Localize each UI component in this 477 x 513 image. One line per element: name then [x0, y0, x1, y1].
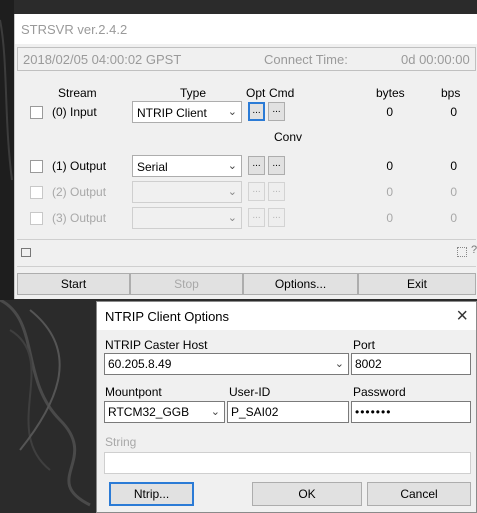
user-id-input[interactable]: P_SAI02 — [227, 401, 349, 423]
stream-3-type-select[interactable]: ⌄ — [132, 207, 242, 229]
stream-3-conv-button[interactable]: ... — [268, 208, 285, 227]
header-bps: bps — [441, 86, 461, 100]
cancel-button[interactable]: Cancel — [367, 482, 471, 506]
stream-2-checkbox[interactable] — [30, 186, 43, 199]
window-title: STRSVR ver.2.4.2 — [15, 14, 477, 44]
connect-time-label: Connect Time: — [264, 52, 348, 67]
chevron-down-icon: ⌄ — [227, 186, 237, 198]
port-input[interactable]: 8002 — [351, 353, 471, 375]
help-icon[interactable]: ? — [471, 244, 477, 256]
stream-0-bps: 0 — [450, 105, 457, 119]
password-label: Password — [353, 385, 406, 399]
stream-3-checkbox[interactable] — [30, 212, 43, 225]
ntrip-browse-button[interactable]: Ntrip... — [109, 482, 194, 506]
header-conv: Conv — [274, 130, 303, 144]
caster-host-combobox[interactable]: 60.205.8.49 ⌄ — [104, 353, 349, 375]
stream-1-label: (1) Output — [52, 159, 107, 173]
chevron-down-icon: ⌄ — [227, 106, 237, 118]
stream-0-type-select[interactable]: NTRIP Client ⌄ — [132, 101, 242, 123]
chevron-down-icon: ⌄ — [210, 406, 220, 418]
dialog-title: NTRIP Client Options — [105, 309, 230, 324]
stream-0-checkbox[interactable] — [30, 106, 43, 119]
stream-row-3: (3) Output ⌄ ... ... 0 0 — [15, 206, 477, 230]
exit-button[interactable]: Exit — [358, 273, 476, 295]
chevron-down-icon: ⌄ — [227, 160, 237, 172]
stream-0-bytes: 0 — [386, 105, 393, 119]
stream-1-opt-button[interactable]: ... — [248, 156, 265, 175]
stream-1-conv-button[interactable]: ... — [268, 156, 285, 175]
header-opt: Opt — [246, 86, 266, 100]
monitor-indicator-icon[interactable] — [21, 248, 31, 257]
divider — [17, 266, 476, 267]
stream-1-type-value: Serial — [137, 160, 168, 174]
header-bytes: bytes — [376, 86, 405, 100]
string-label: String — [105, 435, 137, 449]
mountpoint-combobox[interactable]: RTCM32_GGB ⌄ — [104, 401, 225, 423]
stream-3-label: (3) Output — [52, 211, 107, 225]
stream-0-cmd-button[interactable]: ... — [268, 102, 285, 121]
stream-0-opt-button[interactable]: ... — [248, 102, 265, 121]
stream-0-type-value: NTRIP Client — [137, 106, 207, 120]
chevron-down-icon: ⌄ — [227, 212, 237, 224]
stream-1-bps: 0 — [450, 159, 457, 173]
close-icon[interactable]: × — [456, 305, 468, 328]
connect-time-value: 0d 00:00:00 — [401, 52, 470, 67]
options-button[interactable]: Options... — [243, 273, 358, 295]
dialog-titlebar: NTRIP Client Options × — [97, 302, 476, 330]
stream-2-opt-button[interactable]: ... — [248, 182, 265, 201]
status-line: 2018/02/05 04:00:02 GPST Connect Time: 0… — [17, 47, 476, 71]
start-button[interactable]: Start — [17, 273, 130, 295]
stream-3-opt-button[interactable]: ... — [248, 208, 265, 227]
stream-0-label: (0) Input — [52, 105, 97, 119]
port-label: Port — [353, 338, 376, 352]
caster-host-value: 60.205.8.49 — [108, 357, 172, 371]
stop-button[interactable]: Stop — [130, 273, 243, 295]
divider — [17, 239, 476, 240]
stream-1-bytes: 0 — [386, 159, 393, 173]
ntrip-options-dialog: NTRIP Client Options × NTRIP Caster Host… — [96, 301, 477, 513]
port-value: 8002 — [355, 357, 382, 371]
password-value: ••••••• — [355, 405, 392, 419]
stream-row-0: (0) Input NTRIP Client ⌄ ... ... 0 0 — [15, 100, 477, 124]
header-stream: Stream — [58, 86, 97, 100]
mountpoint-label: Mountpont — [105, 385, 162, 399]
stream-3-bytes: 0 — [386, 211, 393, 225]
string-input[interactable] — [104, 452, 471, 474]
user-id-value: P_SAI02 — [231, 405, 279, 419]
chevron-down-icon: ⌄ — [334, 358, 344, 370]
stream-2-label: (2) Output — [52, 185, 107, 199]
header-type: Type — [180, 86, 207, 100]
stream-3-bps: 0 — [450, 211, 457, 225]
stream-2-bps: 0 — [450, 185, 457, 199]
header-cmd: Cmd — [269, 86, 295, 100]
panel-toggle-icon[interactable] — [457, 247, 467, 257]
stream-2-bytes: 0 — [386, 185, 393, 199]
ok-button[interactable]: OK — [252, 482, 362, 506]
mountpoint-value: RTCM32_GGB — [108, 405, 190, 419]
user-id-label: User-ID — [229, 385, 271, 399]
gps-time: 2018/02/05 04:00:02 GPST — [23, 52, 182, 67]
caster-host-label: NTRIP Caster Host — [105, 338, 208, 352]
stream-row-2: (2) Output ⌄ ... ... 0 0 — [15, 180, 477, 204]
stream-1-type-select[interactable]: Serial ⌄ — [132, 155, 242, 177]
stream-1-checkbox[interactable] — [30, 160, 43, 173]
stream-row-1: (1) Output Serial ⌄ ... ... 0 0 — [15, 154, 477, 178]
strsvr-window: STRSVR ver.2.4.2 2018/02/05 04:00:02 GPS… — [14, 14, 477, 299]
stream-2-conv-button[interactable]: ... — [268, 182, 285, 201]
stream-2-type-select[interactable]: ⌄ — [132, 181, 242, 203]
password-input[interactable]: ••••••• — [351, 401, 471, 423]
